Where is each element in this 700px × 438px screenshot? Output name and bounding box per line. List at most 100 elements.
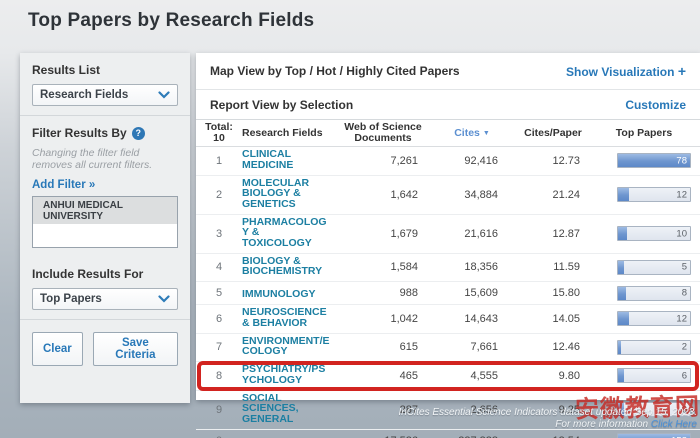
click-here-link[interactable]: Click Here	[651, 419, 697, 430]
top-papers-value: 8	[682, 288, 687, 299]
top-papers-bar: 6	[617, 368, 691, 383]
row-top-papers-cell: 6	[594, 368, 694, 383]
top-papers-bar: 8	[617, 286, 691, 301]
row-top-papers-cell: 158	[594, 433, 694, 438]
top-papers-bar-fill	[618, 227, 627, 240]
main-panel: Map View by Top / Hot / Highly Cited Pap…	[196, 53, 700, 400]
row-wos-documents: 7,261	[334, 155, 432, 167]
row-cites-per-paper: 12.87	[512, 228, 594, 240]
top-papers-bar-fill	[618, 188, 629, 201]
map-view-header: Map View by Top / Hot / Highly Cited Pap…	[196, 53, 700, 90]
total-count-label: Total: 10	[202, 122, 236, 144]
row-rank: 6	[202, 313, 236, 325]
row-rank: 9	[202, 404, 236, 416]
top-papers-bar-fill	[618, 341, 621, 354]
row-cites-per-paper: 12.73	[512, 155, 594, 167]
research-field-link[interactable]: SOCIAL SCIENCES, GENERAL	[236, 393, 299, 425]
research-field-link[interactable]: CLINICAL MEDICINE	[236, 149, 293, 170]
clear-button[interactable]: Clear	[32, 332, 83, 366]
row-rank: 8	[202, 370, 236, 382]
row-cites: 15,609	[432, 287, 512, 299]
row-cites: 4,555	[432, 370, 512, 382]
top-papers-value: 6	[682, 370, 687, 381]
include-results-label: Include Results For	[32, 267, 178, 281]
save-criteria-button[interactable]: Save Criteria	[93, 332, 178, 366]
top-papers-value: 78	[676, 155, 687, 166]
row-wos-documents: 615	[334, 341, 432, 353]
row-field-cell: CLINICAL MEDICINE	[236, 149, 334, 173]
column-wos-documents[interactable]: Web of Science Documents	[334, 122, 432, 144]
chevron-down-icon	[158, 292, 170, 306]
report-view-title: Report View by Selection	[210, 98, 353, 112]
research-field-link[interactable]: IMMUNOLOGY	[236, 289, 316, 300]
row-field-cell: PHARMACOLOG Y & TOXICOLOGY	[236, 217, 334, 251]
row-rank: 5	[202, 287, 236, 299]
filter-listbox-item[interactable]: ANHUI MEDICAL UNIVERSITY	[33, 197, 177, 224]
research-field-link[interactable]: PHARMACOLOG Y & TOXICOLOGY	[236, 217, 327, 249]
results-list-label: Results List	[32, 63, 178, 77]
include-results-dropdown[interactable]: Top Papers	[32, 288, 178, 310]
research-field-link[interactable]: NEUROSCIENCE & BEHAVIOR	[236, 307, 327, 328]
row-cites-per-paper: 13.54	[512, 435, 594, 438]
row-wos-documents: 17,526	[334, 435, 432, 438]
row-rank: 4	[202, 261, 236, 273]
row-rank: 1	[202, 155, 236, 167]
row-field-cell: IMMUNOLOGY	[236, 284, 334, 302]
row-top-papers-cell: 10	[594, 226, 694, 241]
row-field-cell: NEUROSCIENCE & BEHAVIOR	[236, 307, 334, 331]
table-row: 5 IMMUNOLOGY 988 15,609 15.80 8	[196, 282, 700, 305]
top-papers-bar: 5	[617, 260, 691, 275]
plus-icon: +	[678, 63, 686, 79]
top-papers-bar: 12	[617, 187, 691, 202]
row-wos-documents: 1,642	[334, 189, 432, 201]
row-cites: 237,328	[432, 435, 512, 438]
results-list-value: Research Fields	[40, 89, 128, 101]
add-filter-link[interactable]: Add Filter »	[32, 179, 95, 191]
column-cites[interactable]: Cites ▼	[432, 128, 512, 139]
include-results-value: Top Papers	[40, 293, 102, 305]
results-list-section: Results List Research Fields	[20, 53, 190, 115]
column-top-papers[interactable]: Top Papers	[594, 128, 694, 139]
table-row: 4 BIOLOGY & BIOCHEMISTRY 1,584 18,356 11…	[196, 254, 700, 283]
column-research-fields[interactable]: Research Fields	[236, 128, 334, 139]
row-cites-per-paper: 12.46	[512, 341, 594, 353]
table-row: 6 NEUROSCIENCE & BEHAVIOR 1,042 14,643 1…	[196, 305, 700, 334]
row-cites-per-paper: 9.80	[512, 370, 594, 382]
top-papers-bar: 12	[617, 311, 691, 326]
top-papers-bar: 10	[617, 226, 691, 241]
filter-listbox[interactable]: ANHUI MEDICAL UNIVERSITY	[32, 196, 178, 248]
help-icon[interactable]: ?	[132, 127, 145, 140]
row-cites: 14,643	[432, 313, 512, 325]
results-list-dropdown[interactable]: Research Fields	[32, 84, 178, 106]
sort-descending-icon: ▼	[483, 130, 490, 137]
top-papers-bar-fill	[618, 369, 624, 382]
research-field-link[interactable]: PSYCHIATRY/PS YCHOLOGY	[236, 364, 325, 385]
show-visualization-link[interactable]: Show Visualization +	[566, 63, 686, 79]
column-cites-per-paper[interactable]: Cites/Paper	[512, 128, 594, 139]
row-top-papers-cell: 5	[594, 260, 694, 275]
top-papers-value: 10	[676, 228, 687, 239]
row-cites: 18,356	[432, 261, 512, 273]
row-cites-per-paper: 14.05	[512, 313, 594, 325]
row-top-papers-cell: 78	[594, 153, 694, 168]
include-results-section: Include Results For Top Papers	[20, 257, 190, 319]
row-field-cell: SOCIAL SCIENCES, GENERAL	[236, 393, 334, 427]
row-cites: 92,416	[432, 155, 512, 167]
report-view-header: Report View by Selection Customize	[196, 90, 700, 120]
research-field-link[interactable]: BIOLOGY & BIOCHEMISTRY	[236, 256, 322, 277]
research-field-link[interactable]: ENVIRONMENT/E COLOGY	[236, 336, 330, 357]
row-cites: 21,616	[432, 228, 512, 240]
row-top-papers-cell: 2	[594, 340, 694, 355]
row-wos-documents: 1,679	[334, 228, 432, 240]
customize-link[interactable]: Customize	[625, 98, 686, 112]
filter-by-label-text: Filter Results By	[32, 126, 127, 140]
row-top-papers-cell: 12	[594, 187, 694, 202]
table-row: 3 PHARMACOLOG Y & TOXICOLOGY 1,679 21,61…	[196, 215, 700, 254]
row-field-cell: MOLECULAR BIOLOGY & GENETICS	[236, 178, 334, 212]
chevron-down-icon	[158, 88, 170, 102]
sidebar-buttons: Clear Save Criteria	[20, 320, 190, 378]
footer-line2-prefix: For more information	[555, 419, 651, 430]
top-papers-bar: 78	[617, 153, 691, 168]
sidebar: Results List Research Fields Filter Resu…	[20, 53, 190, 403]
research-field-link[interactable]: MOLECULAR BIOLOGY & GENETICS	[236, 178, 309, 210]
